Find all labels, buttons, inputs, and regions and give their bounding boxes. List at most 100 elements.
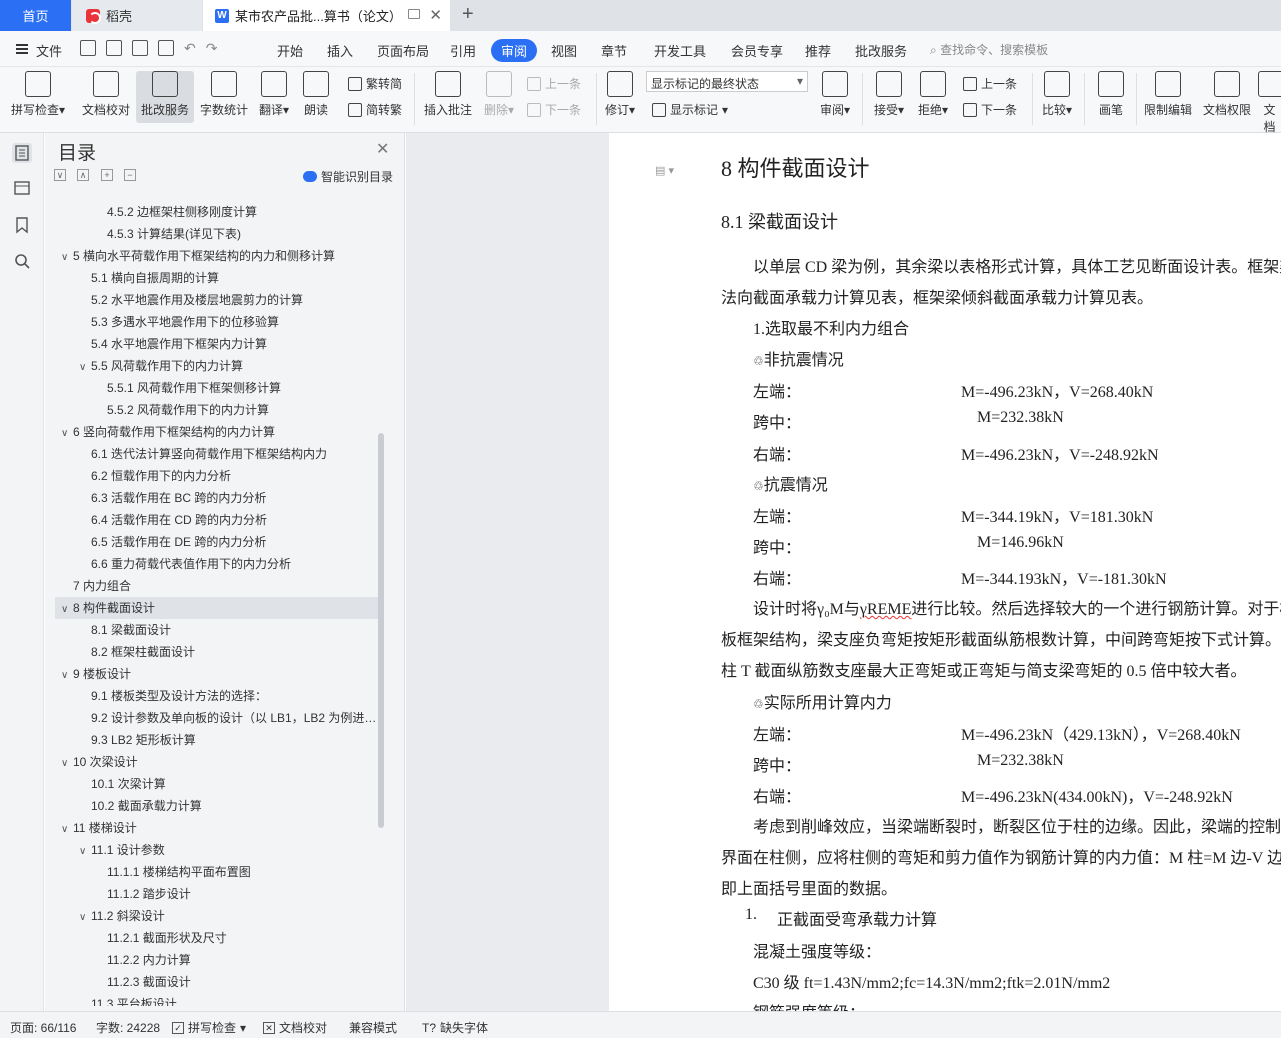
read-aloud-button[interactable]: 朗读 [297, 71, 335, 118]
collapse-all-icon[interactable]: ∨ [54, 169, 66, 181]
new-tab-button[interactable]: + [462, 3, 474, 26]
tab-daoke[interactable]: 稻壳 [72, 0, 202, 31]
redo-icon[interactable]: ↷ [206, 40, 218, 56]
toc-item[interactable]: 10.2 截面承载力计算 [55, 795, 378, 817]
toc-item[interactable]: 10.1 次梁计算 [55, 773, 378, 795]
menu-chapter[interactable]: 章节 [601, 41, 627, 60]
toc-item[interactable]: ∨ 9 楼板设计 [55, 663, 378, 685]
toc-item[interactable]: 8.2 框架柱截面设计 [55, 641, 378, 663]
toc-item[interactable]: 9.2 设计参数及单向板的设计（以 LB1，LB2 为例进行... [55, 707, 378, 729]
doc-more-button[interactable]: 文档 [1258, 71, 1281, 135]
menu-reference[interactable]: 引用 [450, 41, 476, 60]
toc-item[interactable]: 5.5.2 风荷载作用下的内力计算 [55, 399, 378, 421]
search-icon[interactable] [12, 251, 32, 271]
toc-item[interactable]: ∨ 11 楼梯设计 [55, 817, 378, 839]
menu-member[interactable]: 会员专享 [731, 41, 783, 60]
toc-item[interactable]: 5.2 水平地震作用及楼层地震剪力的计算 [55, 289, 378, 311]
toc-item[interactable]: ∨ 11.2 斜梁设计 [55, 905, 378, 927]
reject-button[interactable]: 拒绝▾ [914, 71, 952, 118]
chevron-down-icon[interactable]: ∨ [79, 907, 91, 927]
prev-comment-button[interactable]: 上一条 [527, 75, 581, 92]
doc-check-button[interactable]: 文档校对 [78, 71, 134, 118]
menu-review[interactable]: 审阅 [491, 39, 538, 62]
document-page[interactable]: ▤ ▾ 8 构件截面设计 8.1 梁截面设计 以单层 CD 梁为例，其余梁以表格… [609, 133, 1281, 1011]
doc-permission-button[interactable]: 文档权限 [1200, 71, 1254, 118]
chevron-down-icon[interactable]: ∨ [61, 819, 73, 839]
menu-view[interactable]: 视图 [551, 41, 577, 60]
chapter-nav-icon[interactable] [12, 178, 32, 198]
toc-item[interactable]: 9.3 LB2 矩形板计算 [55, 729, 378, 751]
toc-scrollbar[interactable] [378, 433, 384, 828]
status-doccheck[interactable]: ✕ 文档校对 [263, 1019, 327, 1036]
chevron-down-icon[interactable]: ∨ [79, 841, 91, 861]
prev-change-button[interactable]: 上一条 [963, 75, 1017, 92]
toc-item[interactable]: 4.5.3 计算结果(详见下表) [55, 223, 378, 245]
toc-item[interactable]: 11.1.1 楼梯结构平面布置图 [55, 861, 378, 883]
to-simplified-button[interactable]: 简转繁 [348, 101, 402, 118]
toc-item[interactable]: ∨ 5.5 风荷载作用下的内力计算 [55, 355, 378, 377]
to-traditional-button[interactable]: 繁转简 [348, 75, 402, 92]
menu-correct-service[interactable]: 批改服务 [855, 41, 907, 60]
command-search[interactable]: ⌕ 查找命令、搜索模板 [930, 41, 1048, 58]
word-count-button[interactable]: 字数统计 [197, 71, 251, 118]
translate-button[interactable]: 翻译▾ [255, 71, 293, 118]
toc-item[interactable]: 9.1 楼板类型及设计方法的选择： [55, 685, 378, 707]
print-preview-icon[interactable] [158, 40, 174, 56]
menu-icon[interactable] [16, 44, 28, 54]
toc-item[interactable]: 11.2.3 截面设计 [55, 971, 378, 993]
track-changes-button[interactable]: 修订▾ [601, 71, 639, 118]
add-level-icon[interactable]: + [101, 169, 113, 181]
toc-item[interactable]: 11.3 平台板设计 [55, 993, 378, 1006]
toc-item[interactable]: ∨ 5 横向水平荷载作用下框架结构的内力和侧移计算 [55, 245, 378, 267]
correct-service-button[interactable]: 批改服务 [136, 71, 194, 123]
expand-up-icon[interactable]: ∧ [77, 169, 89, 181]
pen-button[interactable]: 画笔 [1092, 71, 1130, 118]
menu-recommend[interactable]: 推荐 [805, 41, 831, 60]
paragraph-menu-icon[interactable]: ▤ ▾ [655, 164, 674, 177]
tab-document[interactable]: W 某市农产品批...算书（论文） ✕ [203, 0, 450, 31]
delete-comment-button[interactable]: 删除▾ [480, 71, 518, 118]
toc-item[interactable]: 6.3 活载作用在 BC 跨的内力分析 [55, 487, 378, 509]
chevron-down-icon[interactable]: ∨ [79, 357, 91, 377]
review-pane-button[interactable]: 审阅▾ [816, 71, 854, 118]
save-icon[interactable] [80, 40, 96, 56]
toc-item[interactable]: 5.1 横向自振周期的计算 [55, 267, 378, 289]
toc-item[interactable]: 11.2.1 截面形状及尺寸 [55, 927, 378, 949]
insert-comment-button[interactable]: 插入批注 [420, 71, 476, 118]
menu-developer[interactable]: 开发工具 [654, 41, 706, 60]
toc-item[interactable]: 11.2.2 内力计算 [55, 949, 378, 971]
toc-item[interactable]: 5.3 多遇水平地震作用下的位移验算 [55, 311, 378, 333]
restore-icon[interactable] [408, 9, 420, 19]
menu-start[interactable]: 开始 [277, 41, 303, 60]
toc-item[interactable]: 5.5.1 风荷载作用下框架侧移计算 [55, 377, 378, 399]
smart-toc-button[interactable]: 智能识别目录 [303, 168, 393, 185]
word-count[interactable]: 字数: 24228 [96, 1019, 160, 1036]
bookmark-icon[interactable] [12, 215, 32, 235]
toc-item[interactable]: 11.1.2 踏步设计 [55, 883, 378, 905]
toc-item[interactable]: 6.6 重力荷载代表值作用下的内力分析 [55, 553, 378, 575]
toc-item[interactable]: 6.1 迭代法计算竖向荷载作用下框架结构内力 [55, 443, 378, 465]
toc-item[interactable]: 6.5 活载作用在 DE 跨的内力分析 [55, 531, 378, 553]
toc-item[interactable]: 5.4 水平地震作用下框架内力计算 [55, 333, 378, 355]
menu-insert[interactable]: 插入 [327, 41, 353, 60]
toc-item[interactable]: 8.1 梁截面设计 [55, 619, 378, 641]
toc-item[interactable]: ∨ 6 竖向荷载作用下框架结构的内力计算 [55, 421, 378, 443]
toc-item[interactable]: 6.4 活载作用在 CD 跨的内力分析 [55, 509, 378, 531]
toc-item[interactable]: ∨ 8 构件截面设计 [55, 597, 378, 619]
compare-button[interactable]: 比较▾ [1038, 71, 1076, 118]
menu-page-layout[interactable]: 页面布局 [377, 41, 429, 60]
print-icon[interactable] [132, 40, 148, 56]
remove-level-icon[interactable]: − [124, 169, 136, 181]
status-spellcheck[interactable]: ✓ 拼写检查 ▾ [172, 1019, 246, 1036]
show-markup-button[interactable]: 显示标记 ▾ [652, 101, 728, 118]
toc-item[interactable]: 7 内力组合 [55, 575, 378, 597]
chevron-down-icon[interactable]: ∨ [61, 599, 73, 619]
close-icon[interactable]: ✕ [376, 139, 389, 159]
undo-icon[interactable]: ↶ [184, 40, 196, 56]
next-comment-button[interactable]: 下一条 [527, 101, 581, 118]
markup-mode-select[interactable]: 显示标记的最终状态 [646, 71, 808, 92]
spellcheck-button[interactable]: 拼写检查▾ [8, 71, 68, 118]
chevron-down-icon[interactable]: ∨ [61, 247, 73, 267]
menu-file[interactable]: 文件 [36, 41, 62, 60]
toc-icon[interactable] [12, 143, 32, 163]
